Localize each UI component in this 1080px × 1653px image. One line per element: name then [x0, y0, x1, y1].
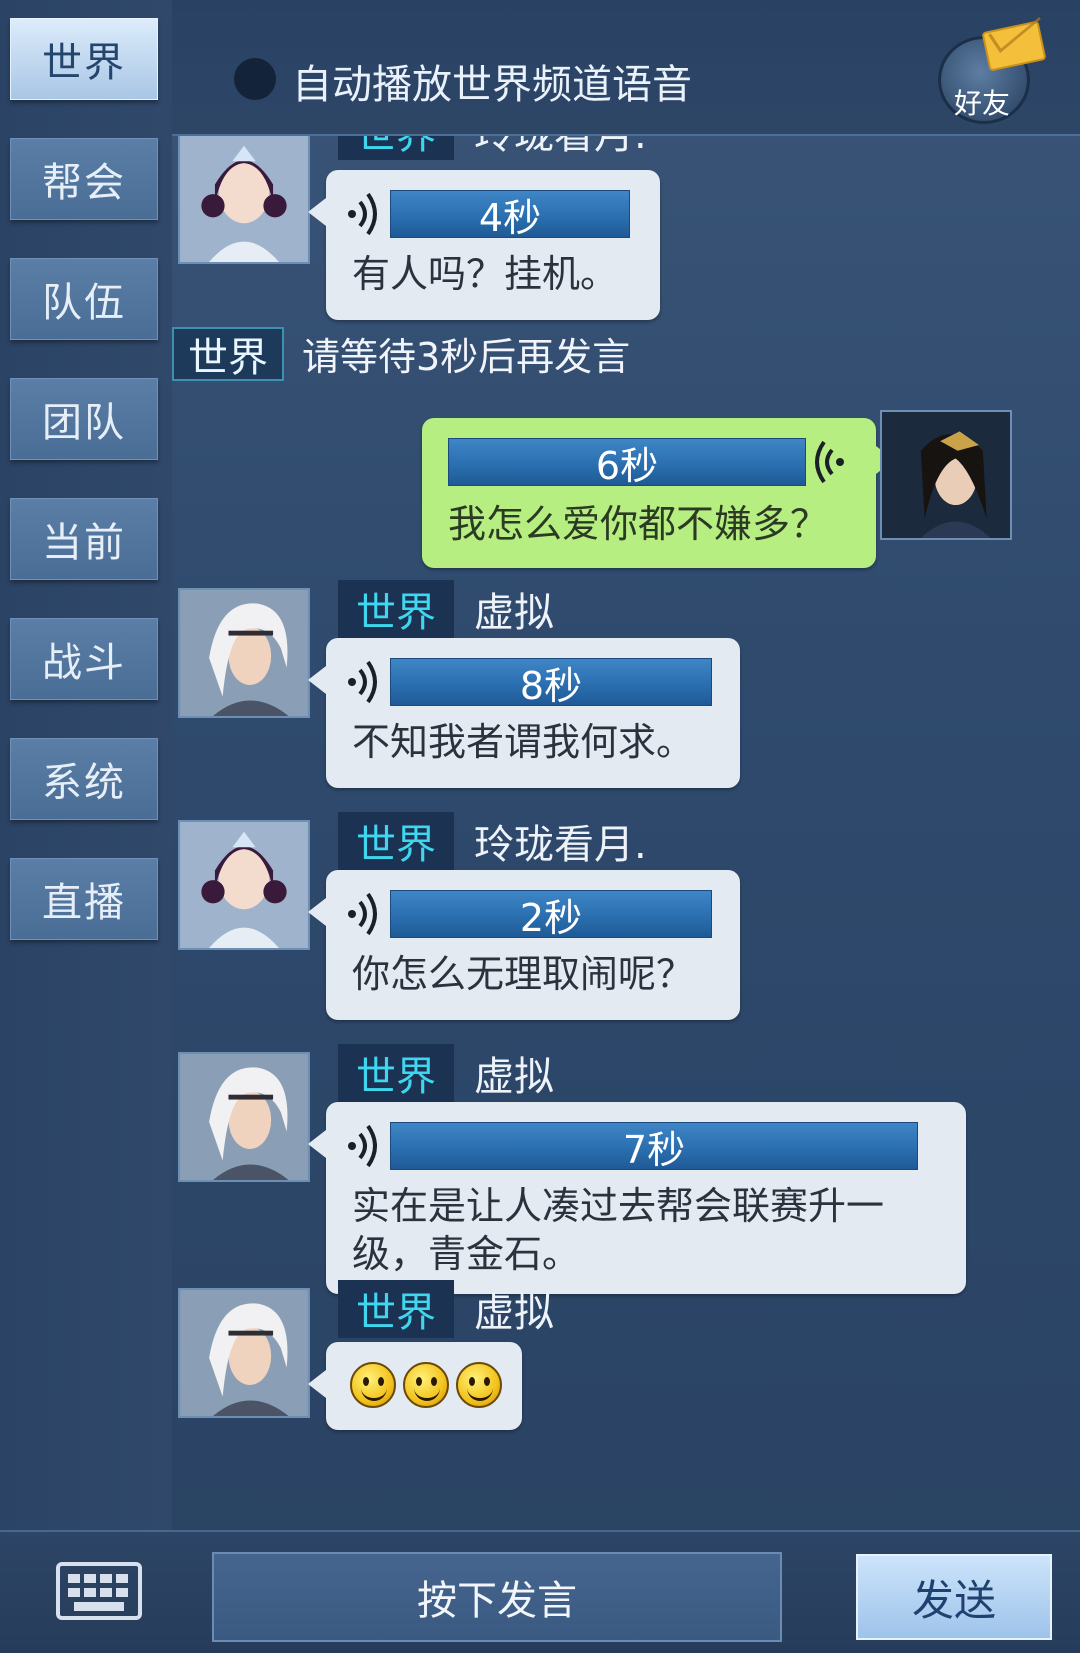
voice-duration: 2秒 — [390, 890, 712, 940]
sender-name: 玲珑看月. — [474, 136, 647, 160]
message-header: 世界 玲珑看月. — [338, 136, 647, 160]
avatar-male-white-hair[interactable] — [178, 1052, 310, 1182]
sender-name: 虚拟 — [474, 1290, 554, 1336]
avatar-female[interactable] — [178, 136, 310, 264]
message-header: 世界 虚拟 — [338, 1044, 554, 1102]
my-message-bubble[interactable]: 6秒 我怎么爱你都不嫌多？ — [422, 418, 894, 568]
voice-message[interactable]: 8秒 — [346, 658, 712, 708]
channel-tag: 世界 — [338, 812, 454, 870]
avatar-self[interactable] — [880, 410, 1012, 540]
voice-duration: 6秒 — [448, 438, 806, 488]
channel-tag: 世界 — [338, 136, 454, 160]
avatar-male-white-hair[interactable] — [178, 1288, 310, 1418]
keyboard-icon[interactable] — [56, 1562, 142, 1620]
avatar-female[interactable] — [178, 820, 310, 950]
channel-tab-combat[interactable]: 战斗 — [10, 618, 158, 700]
message-bubble[interactable]: 7秒 实在是让人凑过去帮会联赛升一 级，青金石。 — [308, 1102, 966, 1294]
send-button[interactable]: 发送 — [856, 1554, 1052, 1640]
channel-tag: 世界 — [172, 326, 284, 381]
voice-duration: 7秒 — [390, 1122, 918, 1172]
message-bubble[interactable]: 2秒 你怎么无理取闹呢？ — [308, 870, 740, 1020]
voice-wave-icon — [348, 192, 377, 236]
channel-tab-squad[interactable]: 团队 — [10, 378, 158, 460]
message-text: 有人吗？挂机。 — [352, 252, 619, 296]
channel-tab-world[interactable]: 世界 — [10, 18, 158, 100]
message-header: 世界 虚拟 — [338, 1280, 554, 1338]
channel-tab-team[interactable]: 队伍 — [10, 258, 158, 340]
voice-wave-icon — [348, 660, 377, 704]
channel-tab-system[interactable]: 系统 — [10, 738, 158, 820]
voice-wave-icon — [815, 440, 844, 484]
channel-sidebar: 世界 帮会 队伍 团队 当前 战斗 系统 直播 — [0, 0, 172, 1530]
message-bubble[interactable]: 8秒 不知我者谓我何求。 — [308, 638, 740, 788]
voice-message[interactable]: 4秒 — [346, 190, 630, 240]
friends-label: 好友 — [954, 87, 1011, 120]
push-to-talk-button[interactable]: 按下发言 — [212, 1552, 782, 1642]
sender-name: 虚拟 — [474, 590, 554, 636]
message-bubble[interactable]: 4秒 有人吗？挂机。 — [308, 170, 660, 320]
message-header: 世界 玲珑看月. — [338, 812, 647, 870]
emoji-row — [350, 1362, 504, 1412]
smile-emoji-icon — [456, 1362, 503, 1408]
voice-message[interactable]: 2秒 — [346, 890, 712, 940]
voice-duration: 8秒 — [390, 658, 712, 708]
message-header: 世界 虚拟 — [338, 580, 554, 638]
voice-wave-icon — [348, 892, 377, 936]
voice-message[interactable]: 6秒 — [448, 438, 846, 488]
channel-tab-live[interactable]: 直播 — [10, 858, 158, 940]
system-text: 请等待3秒后再发言 — [302, 335, 631, 379]
chat-message-list[interactable]: 世界 玲珑看月. 4秒 有人吗？挂机。 世界 请等待3秒后再发言 6秒 我怎么爱… — [172, 136, 1080, 1530]
smile-emoji-icon — [350, 1362, 396, 1408]
message-text: 不知我者谓我何求。 — [352, 720, 695, 764]
voice-message[interactable]: 7秒 — [346, 1122, 918, 1172]
channel-tag: 世界 — [338, 580, 454, 638]
message-bubble[interactable] — [308, 1342, 522, 1430]
sender-name: 虚拟 — [474, 1054, 554, 1100]
message-text-line2: 级，青金石。 — [352, 1232, 581, 1276]
sender-name: 玲珑看月. — [474, 822, 647, 868]
auto-play-toggle[interactable] — [232, 56, 278, 102]
channel-tag: 世界 — [338, 1280, 454, 1338]
message-text: 我怎么爱你都不嫌多？ — [448, 502, 829, 546]
avatar-male-white-hair[interactable] — [178, 588, 310, 718]
channel-tag: 世界 — [338, 1044, 454, 1102]
message-text-line1: 实在是让人凑过去帮会联赛升一 — [352, 1184, 885, 1228]
channel-tab-guild[interactable]: 帮会 — [10, 138, 158, 220]
input-bar: 按下发言 发送 — [0, 1530, 1080, 1653]
message-text: 你怎么无理取闹呢？ — [352, 952, 695, 996]
auto-play-label: 自动播放世界频道语音 — [292, 62, 692, 108]
system-message: 世界 请等待3秒后再发言 — [172, 326, 630, 381]
voice-wave-icon — [348, 1124, 377, 1168]
voice-duration: 4秒 — [390, 190, 630, 240]
channel-tab-current[interactable]: 当前 — [10, 498, 158, 580]
smile-emoji-icon — [403, 1362, 450, 1408]
